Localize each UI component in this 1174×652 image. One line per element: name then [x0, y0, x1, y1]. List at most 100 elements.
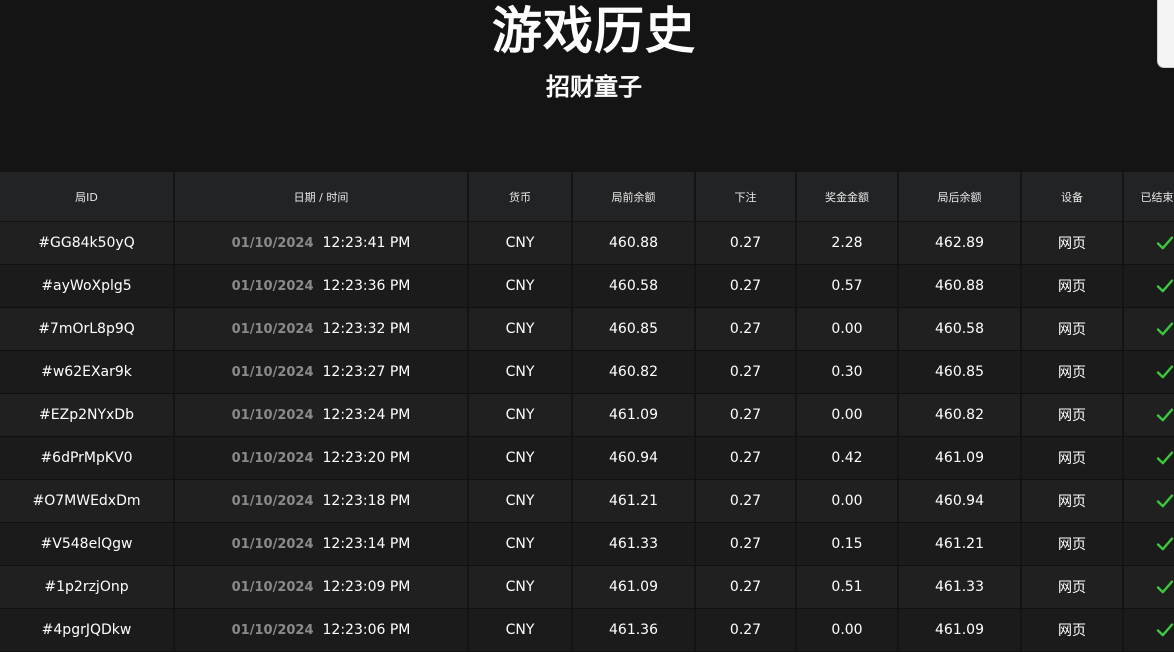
- round-id-cell[interactable]: #V548elQgw: [0, 523, 175, 565]
- round-date: 01/10/2024: [231, 579, 314, 595]
- header-win-amount: 奖金金额: [797, 172, 899, 221]
- check-icon: [1156, 365, 1174, 379]
- round-date: 01/10/2024: [231, 407, 314, 423]
- table-row[interactable]: #GG84k50yQ 01/10/2024 12:23:41 PM CNY 46…: [0, 222, 1174, 265]
- header-currency: 货币: [469, 172, 573, 221]
- device-cell: 网页: [1022, 523, 1124, 565]
- balance-before-cell: 460.85: [573, 308, 696, 350]
- round-id-cell[interactable]: #O7MWEdxDm: [0, 480, 175, 522]
- round-id[interactable]: #1p2rzjOnp: [44, 579, 128, 595]
- table-row[interactable]: #EZp2NYxDb 01/10/2024 12:23:24 PM CNY 46…: [0, 394, 1174, 437]
- finished-cell: [1124, 566, 1174, 608]
- balance-after-cell: 461.21: [899, 523, 1022, 565]
- bet-cell: 0.27: [696, 609, 797, 651]
- balance-after-cell: 462.89: [899, 222, 1022, 264]
- balance-before-cell: 461.33: [573, 523, 696, 565]
- round-id-cell[interactable]: #4pgrJQDkw: [0, 609, 175, 651]
- finished-cell: [1124, 523, 1174, 565]
- bet-cell: 0.27: [696, 480, 797, 522]
- finished-cell: [1124, 480, 1174, 522]
- date-time-cell: 01/10/2024 12:23:18 PM: [175, 480, 469, 522]
- round-time: 12:23:18 PM: [322, 493, 411, 509]
- table-row[interactable]: #V548elQgw 01/10/2024 12:23:14 PM CNY 46…: [0, 523, 1174, 566]
- round-id[interactable]: #GG84k50yQ: [38, 235, 134, 251]
- header-finished: 已结束: [1140, 190, 1174, 204]
- win-amount-cell: 2.28: [797, 222, 899, 264]
- round-time: 12:23:32 PM: [322, 321, 411, 337]
- finished-cell: [1124, 609, 1174, 651]
- round-time: 12:23:14 PM: [322, 536, 411, 552]
- round-date: 01/10/2024: [231, 622, 314, 638]
- balance-after-cell: 460.85: [899, 351, 1022, 393]
- check-icon: [1156, 494, 1174, 508]
- balance-before-cell: 461.09: [573, 566, 696, 608]
- win-amount-cell: 0.00: [797, 394, 899, 436]
- round-time: 12:23:41 PM: [322, 235, 411, 251]
- bet-cell: 0.27: [696, 566, 797, 608]
- finished-cell: [1124, 351, 1174, 393]
- bet-cell: 0.27: [696, 222, 797, 264]
- date-time-cell: 01/10/2024 12:23:41 PM: [175, 222, 469, 264]
- round-id[interactable]: #w62EXar9k: [41, 364, 132, 380]
- device-cell: 网页: [1022, 308, 1124, 350]
- round-id[interactable]: #EZp2NYxDb: [39, 407, 134, 423]
- balance-after-cell: 461.09: [899, 437, 1022, 479]
- win-amount-cell: 0.57: [797, 265, 899, 307]
- round-id-cell[interactable]: #7mOrL8p9Q: [0, 308, 175, 350]
- date-time-cell: 01/10/2024 12:23:27 PM: [175, 351, 469, 393]
- round-date: 01/10/2024: [231, 450, 314, 466]
- finished-cell: [1124, 437, 1174, 479]
- table-row[interactable]: #w62EXar9k 01/10/2024 12:23:27 PM CNY 46…: [0, 351, 1174, 394]
- table-header-row: 局ID 日期 / 时间 货币 局前余额 下注 奖金金额 局后余额 设备 已结束: [0, 172, 1174, 222]
- bet-cell: 0.27: [696, 523, 797, 565]
- device-cell: 网页: [1022, 394, 1124, 436]
- table-row[interactable]: #4pgrJQDkw 01/10/2024 12:23:06 PM CNY 46…: [0, 609, 1174, 652]
- round-id-cell[interactable]: #1p2rzjOnp: [0, 566, 175, 608]
- win-amount-cell: 0.51: [797, 566, 899, 608]
- scrollbar-handle[interactable]: [1157, 0, 1174, 68]
- finished-cell: [1124, 308, 1174, 350]
- round-id-cell[interactable]: #GG84k50yQ: [0, 222, 175, 264]
- check-icon: [1156, 408, 1174, 422]
- currency-cell: CNY: [469, 566, 573, 608]
- round-time: 12:23:27 PM: [322, 364, 411, 380]
- round-id-cell[interactable]: #EZp2NYxDb: [0, 394, 175, 436]
- round-id[interactable]: #V548elQgw: [41, 536, 133, 552]
- date-time-cell: 01/10/2024 12:23:24 PM: [175, 394, 469, 436]
- round-time: 12:23:24 PM: [322, 407, 411, 423]
- balance-after-cell: 460.88: [899, 265, 1022, 307]
- round-id[interactable]: #7mOrL8p9Q: [38, 321, 135, 337]
- balance-after-cell: 460.82: [899, 394, 1022, 436]
- table-row[interactable]: #ayWoXplg5 01/10/2024 12:23:36 PM CNY 46…: [0, 265, 1174, 308]
- game-name-subtitle: 招财童子: [546, 73, 642, 101]
- round-id[interactable]: #O7MWEdxDm: [32, 493, 140, 509]
- round-id[interactable]: #6dPrMpKV0: [40, 450, 132, 466]
- table-row[interactable]: #1p2rzjOnp 01/10/2024 12:23:09 PM CNY 46…: [0, 566, 1174, 609]
- balance-before-cell: 461.36: [573, 609, 696, 651]
- currency-cell: CNY: [469, 394, 573, 436]
- round-id-cell[interactable]: #6dPrMpKV0: [0, 437, 175, 479]
- win-amount-cell: 0.00: [797, 609, 899, 651]
- round-time: 12:23:06 PM: [322, 622, 411, 638]
- bet-cell: 0.27: [696, 308, 797, 350]
- date-time-cell: 01/10/2024 12:23:06 PM: [175, 609, 469, 651]
- header-date-time: 日期 / 时间: [175, 172, 469, 221]
- finished-cell: [1124, 265, 1174, 307]
- table-row[interactable]: #6dPrMpKV0 01/10/2024 12:23:20 PM CNY 46…: [0, 437, 1174, 480]
- round-id-cell[interactable]: #ayWoXplg5: [0, 265, 175, 307]
- win-amount-cell: 0.15: [797, 523, 899, 565]
- round-id[interactable]: #4pgrJQDkw: [42, 622, 132, 638]
- date-time-cell: 01/10/2024 12:23:32 PM: [175, 308, 469, 350]
- date-time-cell: 01/10/2024 12:23:36 PM: [175, 265, 469, 307]
- game-history-page: 游戏历史 招财童子 局ID 日期 / 时间 货币 局前余额 下注 奖金金额 局后…: [0, 0, 1174, 652]
- date-time-cell: 01/10/2024 12:23:14 PM: [175, 523, 469, 565]
- device-cell: 网页: [1022, 566, 1124, 608]
- device-cell: 网页: [1022, 480, 1124, 522]
- bet-cell: 0.27: [696, 394, 797, 436]
- round-id-cell[interactable]: #w62EXar9k: [0, 351, 175, 393]
- balance-before-cell: 460.88: [573, 222, 696, 264]
- currency-cell: CNY: [469, 222, 573, 264]
- round-id[interactable]: #ayWoXplg5: [41, 278, 131, 294]
- table-row[interactable]: #7mOrL8p9Q 01/10/2024 12:23:32 PM CNY 46…: [0, 308, 1174, 351]
- table-row[interactable]: #O7MWEdxDm 01/10/2024 12:23:18 PM CNY 46…: [0, 480, 1174, 523]
